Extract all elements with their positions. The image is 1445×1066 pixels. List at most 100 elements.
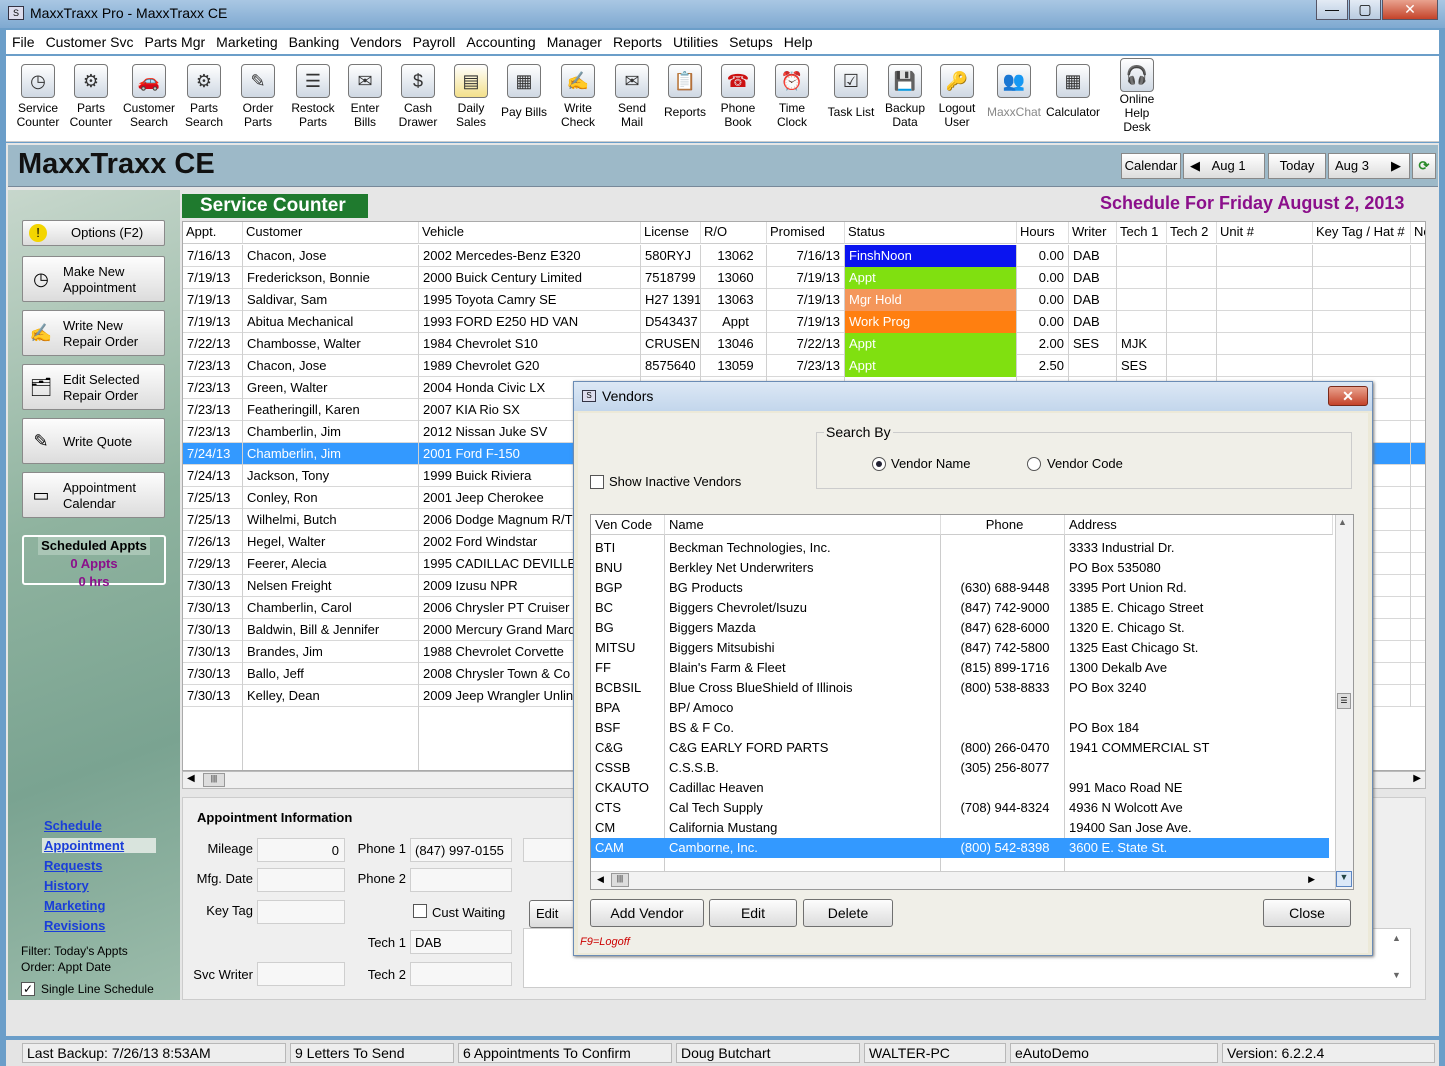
menu-utilities[interactable]: Utilities — [667, 30, 723, 50]
vendor-name-radio[interactable] — [872, 457, 886, 471]
scroll-thumb[interactable]: ||| — [203, 773, 225, 787]
list-item[interactable]: BSF BS & F Co. PO Box 184 — [591, 718, 1329, 738]
svc-writer-field[interactable] — [257, 962, 345, 986]
grid-header-customer[interactable]: Customer — [243, 222, 419, 244]
prev-day-button[interactable]: ◀ Aug 1 — [1183, 153, 1265, 179]
make-new-appointment-button[interactable]: ◷ Make New Appointment — [22, 256, 165, 302]
list-item[interactable]: BGP BG Products (630) 688-9448 3395 Port Un… — [591, 578, 1329, 598]
logout-user-button[interactable]: 🔑 Logout User — [932, 56, 982, 129]
vendors-close-icon[interactable]: ✕ — [1328, 386, 1368, 406]
calendar-button[interactable]: Calendar — [1121, 153, 1181, 179]
scroll-right-icon[interactable]: ▶ — [1308, 874, 1315, 885]
grid-header-hours[interactable]: Hours — [1017, 222, 1069, 244]
table-row[interactable]: 7/19/13 Frederickson, Bonnie 2000 Buick Ce… — [183, 267, 1425, 289]
task-list-button[interactable]: ☑ Task List — [820, 56, 882, 119]
grid-header-no[interactable]: No — [1411, 222, 1425, 244]
minimize-button[interactable]: — — [1316, 0, 1348, 20]
menu-marketing[interactable]: Marketing — [210, 30, 282, 50]
phone1-field[interactable]: (847) 997-0155 — [410, 838, 512, 862]
menu-reports[interactable]: Reports — [607, 30, 667, 50]
calculator-button[interactable]: ▦ Calculator — [1044, 56, 1102, 119]
vendor-header-address[interactable]: Address — [1065, 515, 1333, 535]
cash-drawer-button[interactable]: $ Cash Drawer — [392, 56, 444, 129]
options-button[interactable]: ! Options (F2) — [22, 220, 165, 246]
menu-file[interactable]: File — [6, 30, 40, 50]
link-schedule[interactable]: Schedule — [44, 818, 102, 833]
scroll-down-icon[interactable]: ▼ — [1336, 871, 1352, 887]
maximize-button[interactable]: ▢ — [1349, 0, 1381, 20]
list-item[interactable]: BPA BP/ Amoco — [591, 698, 1329, 718]
parts-counter-button[interactable]: ⚙ Parts Counter — [62, 56, 120, 129]
edit-appointment-button[interactable]: Edit Ap — [529, 900, 575, 928]
menu-accounting[interactable]: Accounting — [460, 30, 540, 50]
pay-bills-button[interactable]: ▦ Pay Bills — [498, 56, 550, 119]
link-appointment[interactable]: Appointment — [42, 838, 156, 853]
vendor-header-phone[interactable]: Phone — [941, 515, 1065, 535]
close-dialog-button[interactable]: Close — [1263, 899, 1351, 927]
menu-manager[interactable]: Manager — [541, 30, 607, 50]
customer-search-button[interactable]: 🚗 Customer Search — [118, 56, 180, 129]
vendor-horizontal-scrollbar[interactable]: ◀ ||| ▶ — [591, 871, 1335, 889]
phone-book-button[interactable]: ☎ Phone Book — [712, 56, 764, 129]
key-tag-field[interactable] — [257, 900, 345, 924]
time-clock-button[interactable]: ⏰ Time Clock — [766, 56, 818, 129]
grid-header-keytag[interactable]: Key Tag / Hat # — [1313, 222, 1411, 244]
menu-banking[interactable]: Banking — [283, 30, 345, 50]
add-vendor-button[interactable]: Add Vendor — [590, 899, 704, 927]
restock-parts-button[interactable]: ☰ Restock Parts — [286, 56, 340, 129]
send-mail-button[interactable]: ✉ Send Mail — [606, 56, 658, 129]
scroll-left-icon[interactable]: ◀ — [597, 874, 604, 885]
service-counter-button[interactable]: ◷ Service Counter — [8, 56, 68, 129]
list-item[interactable]: BNU Berkley Net Underwriters PO Box 535080 — [591, 558, 1329, 578]
menu-setups[interactable]: Setups — [723, 30, 778, 50]
menu-parts-mgr[interactable]: Parts Mgr — [138, 30, 210, 50]
write-new-repair-order-button[interactable]: ✍ Write New Repair Order — [22, 310, 165, 356]
order-parts-button[interactable]: ✎ Order Parts — [232, 56, 284, 129]
menu-vendors[interactable]: Vendors — [344, 30, 406, 50]
grid-header-vehicle[interactable]: Vehicle — [419, 222, 641, 244]
table-row[interactable]: 7/19/13 Abitua Mechanical 1993 FORD E250 H… — [183, 311, 1425, 333]
list-item[interactable]: MITSU Biggers Mitsubishi (847) 742-5800 132… — [591, 638, 1329, 658]
list-item[interactable]: CAM Camborne, Inc. (800) 542-8398 3600 E. S… — [591, 838, 1329, 858]
grid-header-writer[interactable]: Writer — [1069, 222, 1117, 244]
list-item[interactable]: BCBSIL Blue Cross BlueShield of Illinois (… — [591, 678, 1329, 698]
scroll-thumb[interactable]: ||| — [611, 873, 629, 887]
vendor-code-radio[interactable] — [1027, 457, 1041, 471]
list-item[interactable]: BC Biggers Chevrolet/Isuzu (847) 742-9000 1… — [591, 598, 1329, 618]
show-inactive-checkbox[interactable] — [590, 475, 604, 489]
enter-bills-button[interactable]: ✉ Enter Bills — [342, 56, 388, 129]
link-marketing[interactable]: Marketing — [44, 898, 105, 913]
scroll-right-icon[interactable]: ▶ — [1413, 773, 1421, 784]
grid-header-status[interactable]: Status — [845, 222, 1017, 244]
table-row[interactable]: 7/22/13 Chambosse, Walter 1984 Chevrolet S… — [183, 333, 1425, 355]
phone2-field[interactable] — [410, 868, 512, 892]
list-item[interactable]: C&G C&G EARLY FORD PARTS (800) 266-0470 194… — [591, 738, 1329, 758]
tech1-field[interactable]: DAB — [410, 930, 512, 954]
single-line-checkbox[interactable]: ✓ — [21, 982, 35, 996]
table-row[interactable]: 7/19/13 Saldivar, Sam 1995 Toyota Camry SE… — [183, 289, 1425, 311]
write-quote-button[interactable]: ✎ Write Quote — [22, 418, 165, 464]
list-item[interactable]: CM California Mustang 19400 San Jose Ave. — [591, 818, 1329, 838]
extra-field[interactable] — [523, 838, 575, 862]
write-check-button[interactable]: ✍ Write Check — [552, 56, 604, 129]
grid-header-tech2[interactable]: Tech 2 — [1167, 222, 1217, 244]
link-requests[interactable]: Requests — [44, 858, 103, 873]
link-revisions[interactable]: Revisions — [44, 918, 105, 933]
table-row[interactable]: 7/23/13 Chacon, Jose 1989 Chevrolet G20 857… — [183, 355, 1425, 377]
grid-header-tech1[interactable]: Tech 1 — [1117, 222, 1167, 244]
scroll-left-icon[interactable]: ◀ — [187, 773, 195, 784]
daily-sales-button[interactable]: ▤ Daily Sales — [446, 56, 496, 129]
grid-header-license[interactable]: License — [641, 222, 701, 244]
vendor-header-code[interactable]: Ven Code — [591, 515, 665, 535]
menu-customer-svc[interactable]: Customer Svc — [40, 30, 139, 50]
mileage-field[interactable]: 0 — [257, 838, 345, 862]
table-row[interactable]: 7/16/13 Chacon, Jose 2002 Mercedes-Benz E3… — [183, 245, 1425, 267]
backup-data-button[interactable]: 💾 Backup Data — [880, 56, 930, 129]
grid-header-unit[interactable]: Unit # — [1217, 222, 1313, 244]
menu-help[interactable]: Help — [778, 30, 818, 50]
grid-header-ro[interactable]: R/O — [701, 222, 767, 244]
edit-vendor-button[interactable]: Edit — [709, 899, 797, 927]
next-day-button[interactable]: Aug 3 ▶ — [1328, 153, 1410, 179]
edit-selected-repair-order-button[interactable]: 🗂 Edit Selected Repair Order — [22, 364, 165, 410]
online-help-desk-button[interactable]: 🎧 Online Help Desk — [1112, 56, 1162, 134]
